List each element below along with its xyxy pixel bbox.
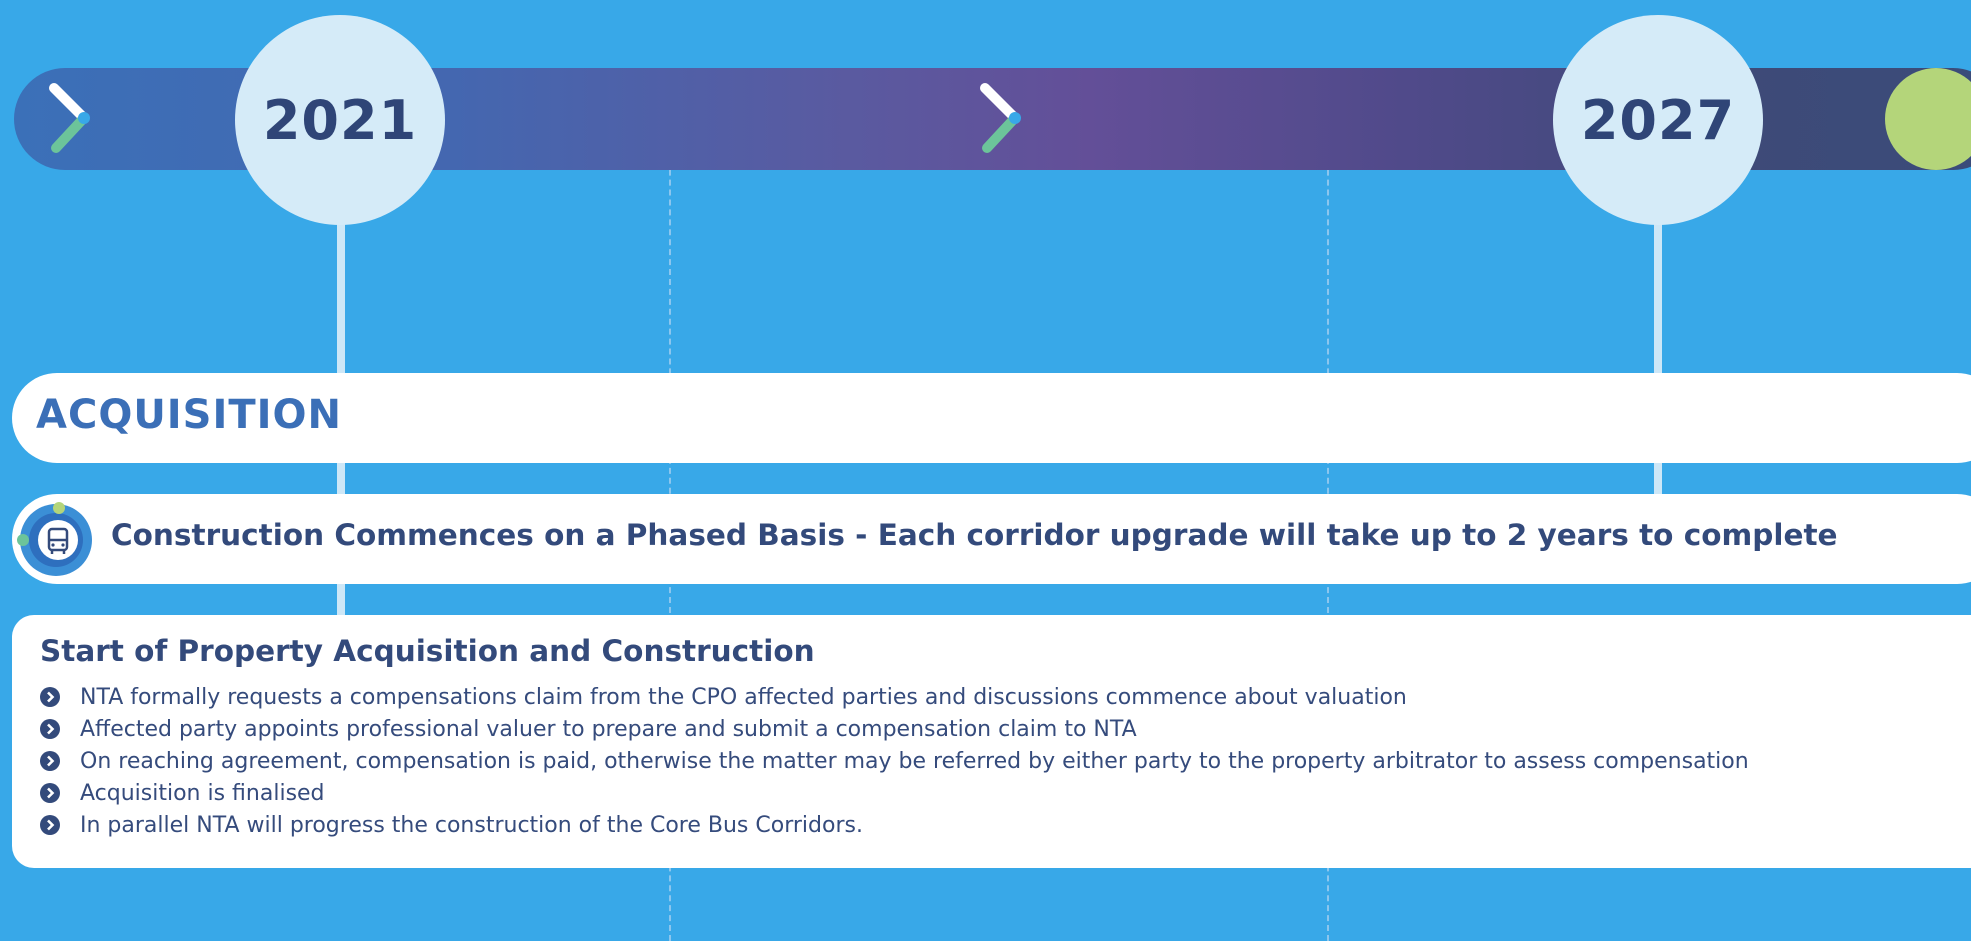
chevron-circle-icon — [40, 719, 60, 739]
bus-icon — [16, 500, 96, 580]
year-label: 2027 — [1580, 88, 1736, 152]
bullet-text: On reaching agreement, compensation is p… — [80, 748, 1749, 774]
bullet-text: NTA formally requests a compensations cl… — [80, 684, 1407, 710]
bullet-text: Acquisition is finalised — [80, 780, 325, 806]
bullet-text: Affected party appoints professional val… — [80, 716, 1137, 742]
chevron-circle-icon — [40, 687, 60, 707]
list-item: NTA formally requests a compensations cl… — [40, 681, 1749, 713]
list-item: Acquisition is finalised — [40, 777, 1749, 809]
year-marker-2021: 2021 — [235, 15, 445, 225]
construction-title: Construction Commences on a Phased Basis… — [111, 518, 1838, 552]
year-marker-2027: 2027 — [1553, 15, 1763, 225]
list-item: Affected party appoints professional val… — [40, 713, 1749, 745]
chevron-right-icon — [980, 83, 1021, 153]
acquisition-title: ACQUISITION — [36, 392, 343, 438]
details-bullet-list: NTA formally requests a compensations cl… — [40, 681, 1749, 841]
bullet-text: In parallel NTA will progress the constr… — [80, 812, 863, 838]
chevron-circle-icon — [40, 783, 60, 803]
chevron-right-icon — [49, 83, 90, 153]
chevron-circle-icon — [40, 815, 60, 835]
details-title: Start of Property Acquisition and Constr… — [40, 634, 815, 668]
list-item: On reaching agreement, compensation is p… — [40, 745, 1749, 777]
year-label: 2021 — [262, 88, 418, 152]
list-item: In parallel NTA will progress the constr… — [40, 809, 1749, 841]
chevron-circle-icon — [40, 751, 60, 771]
